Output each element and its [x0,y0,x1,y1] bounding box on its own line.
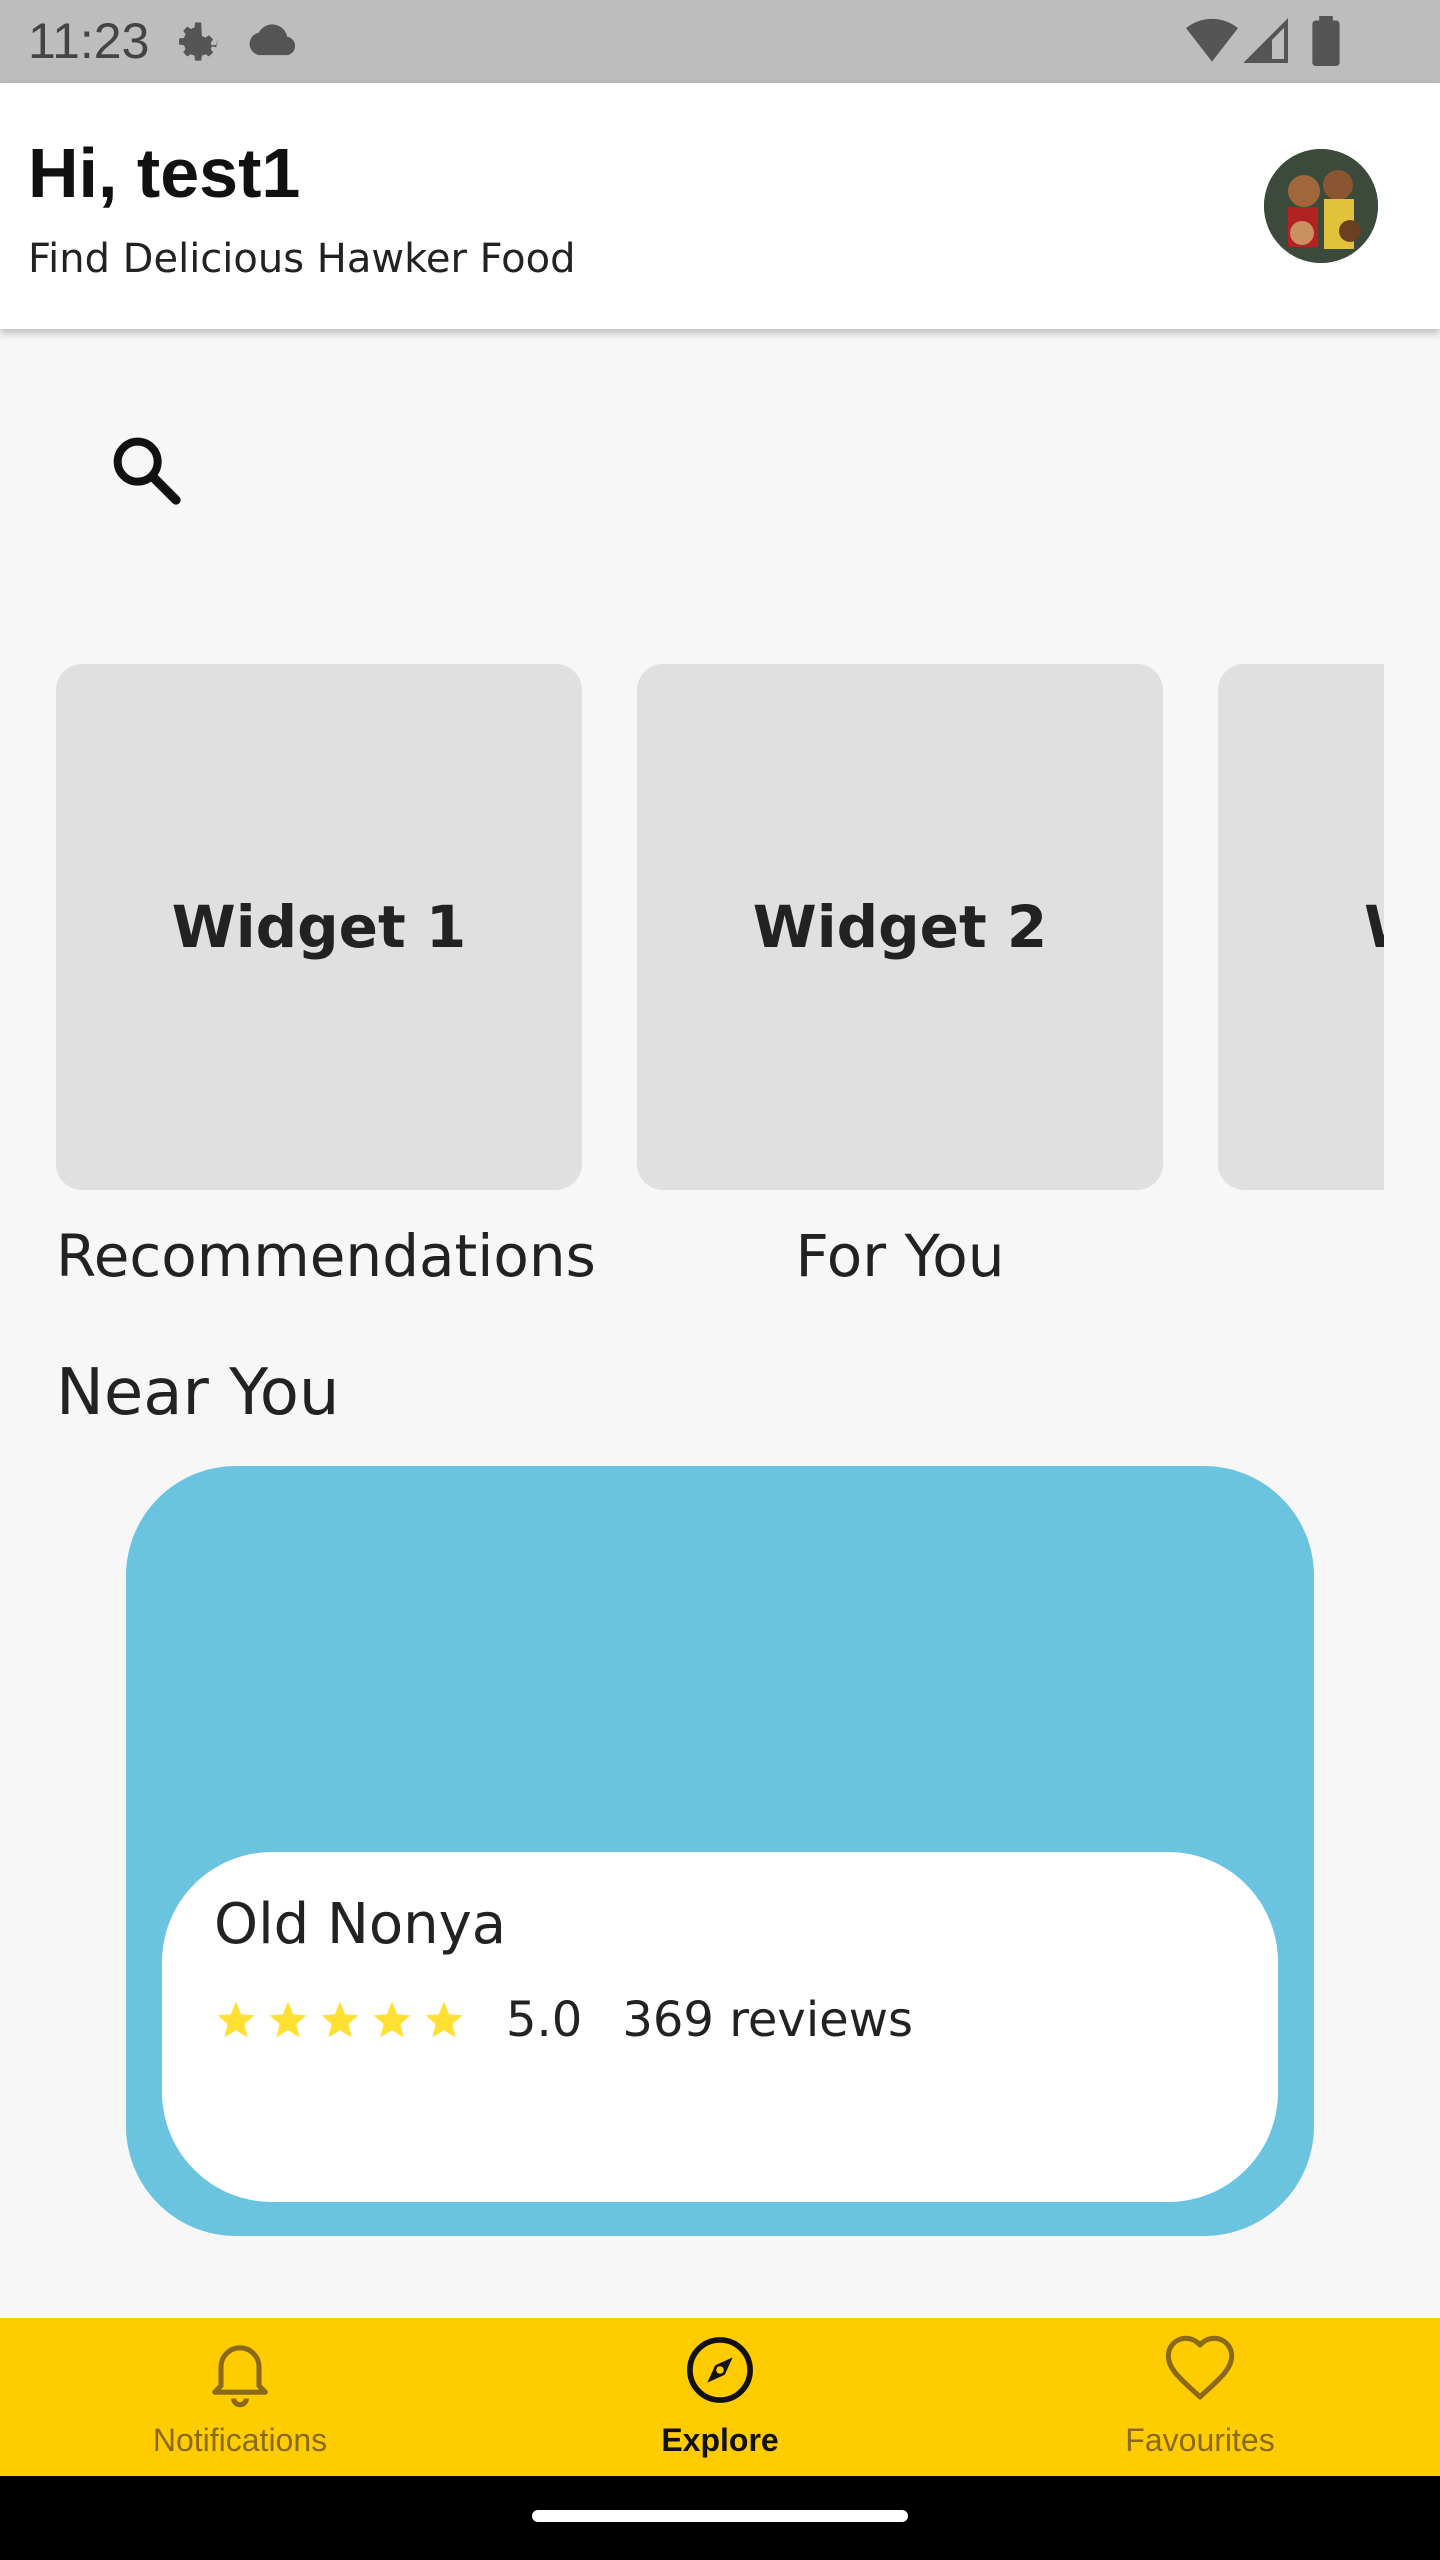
rating-row: 5.0 369 reviews [214,1992,913,2048]
widget-item[interactable]: Widget 2 For You [637,664,1163,1290]
star-icon [269,2001,307,2038]
star-icon [425,2001,463,2038]
cloud-icon [249,24,296,56]
review-count[interactable]: 369 reviews [622,1992,913,2048]
widget-item[interactable]: W T [1218,664,1384,1290]
app-header: Hi, test1 Find Delicious Hawker Food [0,83,1440,329]
home-gesture-handle[interactable] [532,2510,908,2522]
system-nav-bar [0,2476,1440,2560]
search-icon[interactable] [106,430,186,510]
widget-item[interactable]: Widget 1 Recommendations [56,664,596,1290]
app-screen: 11:23 Hi, test1 Find Delicious Hawker Fo… [0,0,1440,2560]
star-icon [217,2001,255,2038]
star-rating [214,1998,466,2042]
search-bar[interactable] [56,400,1384,540]
compass-icon[interactable] [682,2332,758,2408]
widget-title: W [1364,893,1384,961]
widget-card[interactable]: Widget 1 [56,664,582,1190]
widget-caption: T [1218,1222,1384,1290]
status-time: 11:23 [28,13,150,69]
hawker-card[interactable]: Old Nonya 5.0 369 reviews [126,1466,1314,2236]
cell-signal-icon [1244,18,1288,63]
nav-item-explore[interactable]: Explore [480,2318,960,2476]
search-input[interactable] [206,420,1306,520]
widget-carousel[interactable]: Widget 1 Recommendations Widget 2 For Yo… [56,664,1384,1314]
nav-item-favourites[interactable]: Favourites [960,2318,1440,2476]
nav-item-notifications[interactable]: Notifications [0,2318,480,2476]
nav-label-explore: Explore [661,2422,779,2458]
hawker-info-panel: Old Nonya 5.0 369 reviews [162,1852,1278,2202]
rating-value: 5.0 [506,1992,583,2048]
greeting-title: Hi, test1 [28,134,301,212]
near-you-heading: Near You [56,1356,340,1430]
star-icon [321,2001,359,2038]
nav-label-notifications: Notifications [152,2422,328,2458]
avatar[interactable] [1264,149,1378,263]
heart-icon[interactable] [1162,2332,1238,2408]
widget-card[interactable]: W [1218,664,1384,1190]
battery-icon [1312,16,1340,66]
settings-gear-icon [179,22,218,61]
widget-title: Widget 2 [752,893,1048,961]
widget-card[interactable]: Widget 2 [637,664,1163,1190]
greeting-subtitle: Find Delicious Hawker Food [28,236,576,282]
nav-label-favourites: Favourites [1125,2422,1275,2458]
star-icon [373,2001,411,2038]
avatar-photo [1264,149,1378,263]
widget-title: Widget 1 [171,893,467,961]
widget-caption: Recommendations [56,1222,596,1290]
wifi-icon [1186,18,1238,62]
bell-icon[interactable] [202,2332,278,2408]
bottom-nav: Notifications Explore Favourites [0,2318,1440,2476]
widget-caption: For You [795,1222,1005,1290]
hawker-name: Old Nonya [214,1892,507,1957]
status-bar: 11:23 [0,0,1440,83]
